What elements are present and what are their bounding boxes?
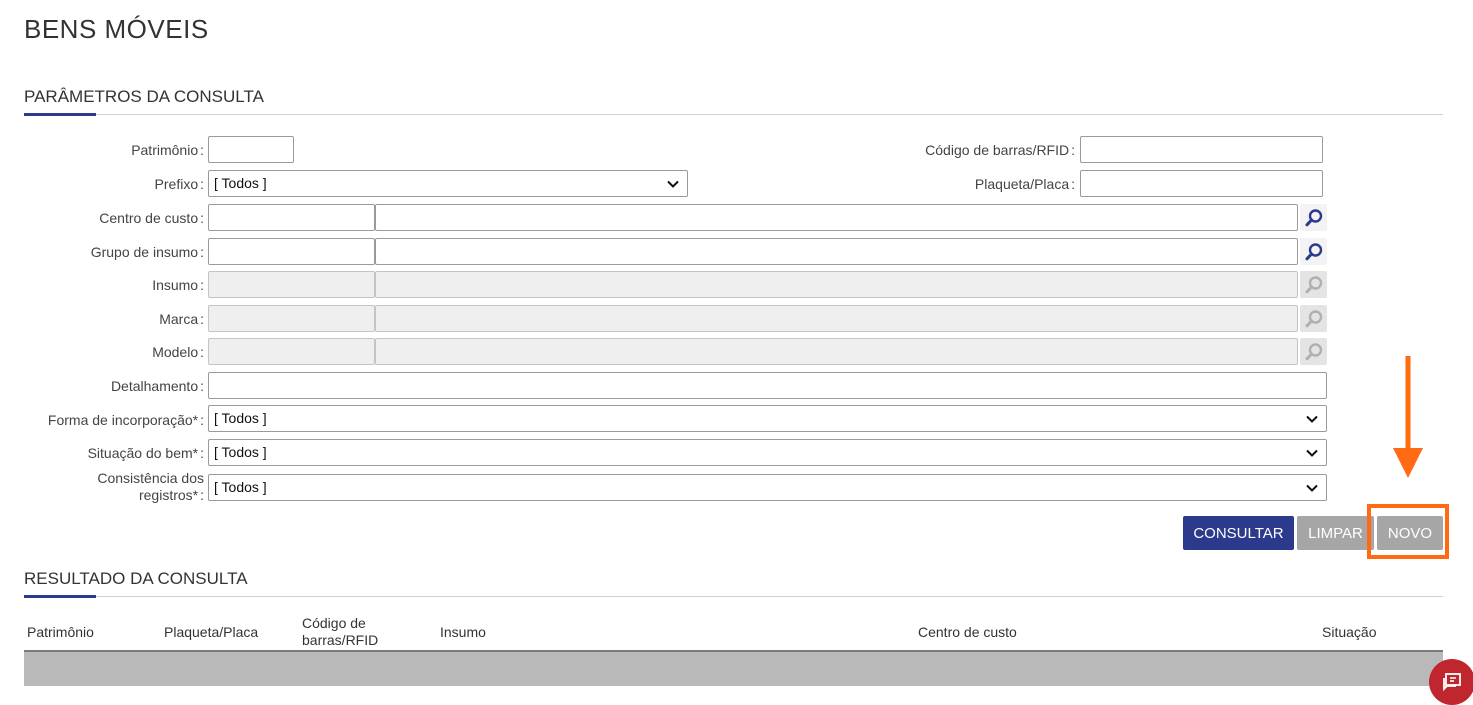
col-codigo-barras[interactable]: Código de barras/RFID [302, 615, 378, 649]
situacao-bem-label: Situação do bem*: [87, 445, 204, 461]
centro-custo-code-input[interactable] [208, 204, 375, 231]
marca-code-input[interactable] [208, 305, 375, 332]
novo-highlight-box [1367, 504, 1449, 559]
params-section-divider [24, 114, 1443, 115]
situacao-bem-selected: [ Todos ] [214, 444, 267, 460]
modelo-label: Modelo: [152, 344, 204, 360]
magnifier-icon [1305, 275, 1322, 293]
centro-custo-label: Centro de custo: [99, 210, 204, 226]
situacao-bem-select[interactable]: [ Todos ] [208, 439, 1327, 466]
arrow-down-icon [1393, 356, 1423, 478]
magnifier-icon [1305, 242, 1322, 260]
chat-button[interactable] [1429, 659, 1473, 705]
magnifier-icon [1305, 309, 1322, 327]
col-patrimonio[interactable]: Patrimônio [27, 624, 94, 641]
consultar-button[interactable]: CONSULTAR [1183, 516, 1294, 550]
insumo-desc-input[interactable] [375, 271, 1298, 298]
params-section-accent [24, 113, 96, 116]
results-section-accent [24, 595, 96, 598]
table-row [24, 652, 1443, 686]
patrimonio-input[interactable] [208, 136, 294, 163]
insumo-lookup-button[interactable] [1300, 271, 1327, 298]
prefixo-select[interactable]: [ Todos ] [208, 170, 688, 197]
col-insumo[interactable]: Insumo [440, 624, 486, 641]
modelo-lookup-button[interactable] [1300, 338, 1327, 365]
chevron-down-icon [1306, 484, 1318, 492]
limpar-button[interactable]: LIMPAR [1297, 516, 1374, 550]
codigo-barras-label: Código de barras/RFID: [925, 142, 1075, 158]
params-section-title: PARÂMETROS DA CONSULTA [24, 87, 264, 106]
forma-incorporacao-label: Forma de incorporação*: [47, 412, 204, 428]
modelo-code-input[interactable] [208, 338, 375, 365]
modelo-desc-input[interactable] [375, 338, 1298, 365]
marca-label: Marca: [159, 311, 204, 327]
grupo-insumo-desc-input[interactable] [375, 238, 1298, 265]
consistencia-selected: [ Todos ] [214, 479, 267, 495]
chat-icon [1443, 673, 1461, 692]
prefixo-selected: [ Todos ] [214, 175, 267, 191]
page-title: BENS MÓVEIS [24, 14, 209, 44]
marca-lookup-button[interactable] [1300, 305, 1327, 332]
centro-custo-lookup-button[interactable] [1300, 204, 1327, 231]
chevron-down-icon [667, 180, 679, 188]
forma-incorporacao-select[interactable]: [ Todos ] [208, 405, 1327, 432]
insumo-label: Insumo: [152, 277, 204, 293]
prefixo-label: Prefixo: [154, 176, 204, 192]
results-section-title: RESULTADO DA CONSULTA [24, 569, 248, 588]
insumo-code-input[interactable] [208, 271, 375, 298]
plaqueta-input[interactable] [1080, 170, 1323, 197]
centro-custo-desc-input[interactable] [375, 204, 1298, 231]
patrimonio-label: Patrimônio: [131, 142, 204, 158]
grupo-insumo-lookup-button[interactable] [1300, 238, 1327, 265]
results-section-divider [24, 596, 1443, 597]
marca-desc-input[interactable] [375, 305, 1298, 332]
detalhamento-input[interactable] [208, 372, 1327, 399]
grupo-insumo-code-input[interactable] [208, 238, 375, 265]
magnifier-icon [1305, 342, 1322, 360]
col-situacao[interactable]: Situação [1322, 624, 1376, 641]
detalhamento-label: Detalhamento: [110, 378, 204, 394]
consistencia-label: Consistência dos registros*: [97, 470, 204, 503]
grupo-insumo-label: Grupo de insumo: [90, 244, 204, 260]
codigo-barras-input[interactable] [1080, 136, 1323, 163]
plaqueta-label: Plaqueta/Placa: [974, 176, 1075, 192]
col-centro-custo[interactable]: Centro de custo [918, 624, 1017, 641]
magnifier-icon [1305, 208, 1322, 226]
consistencia-select[interactable]: [ Todos ] [208, 474, 1327, 501]
chevron-down-icon [1306, 415, 1318, 423]
chevron-down-icon [1306, 449, 1318, 457]
col-plaqueta[interactable]: Plaqueta/Placa [164, 624, 258, 641]
forma-incorporacao-selected: [ Todos ] [214, 410, 267, 426]
